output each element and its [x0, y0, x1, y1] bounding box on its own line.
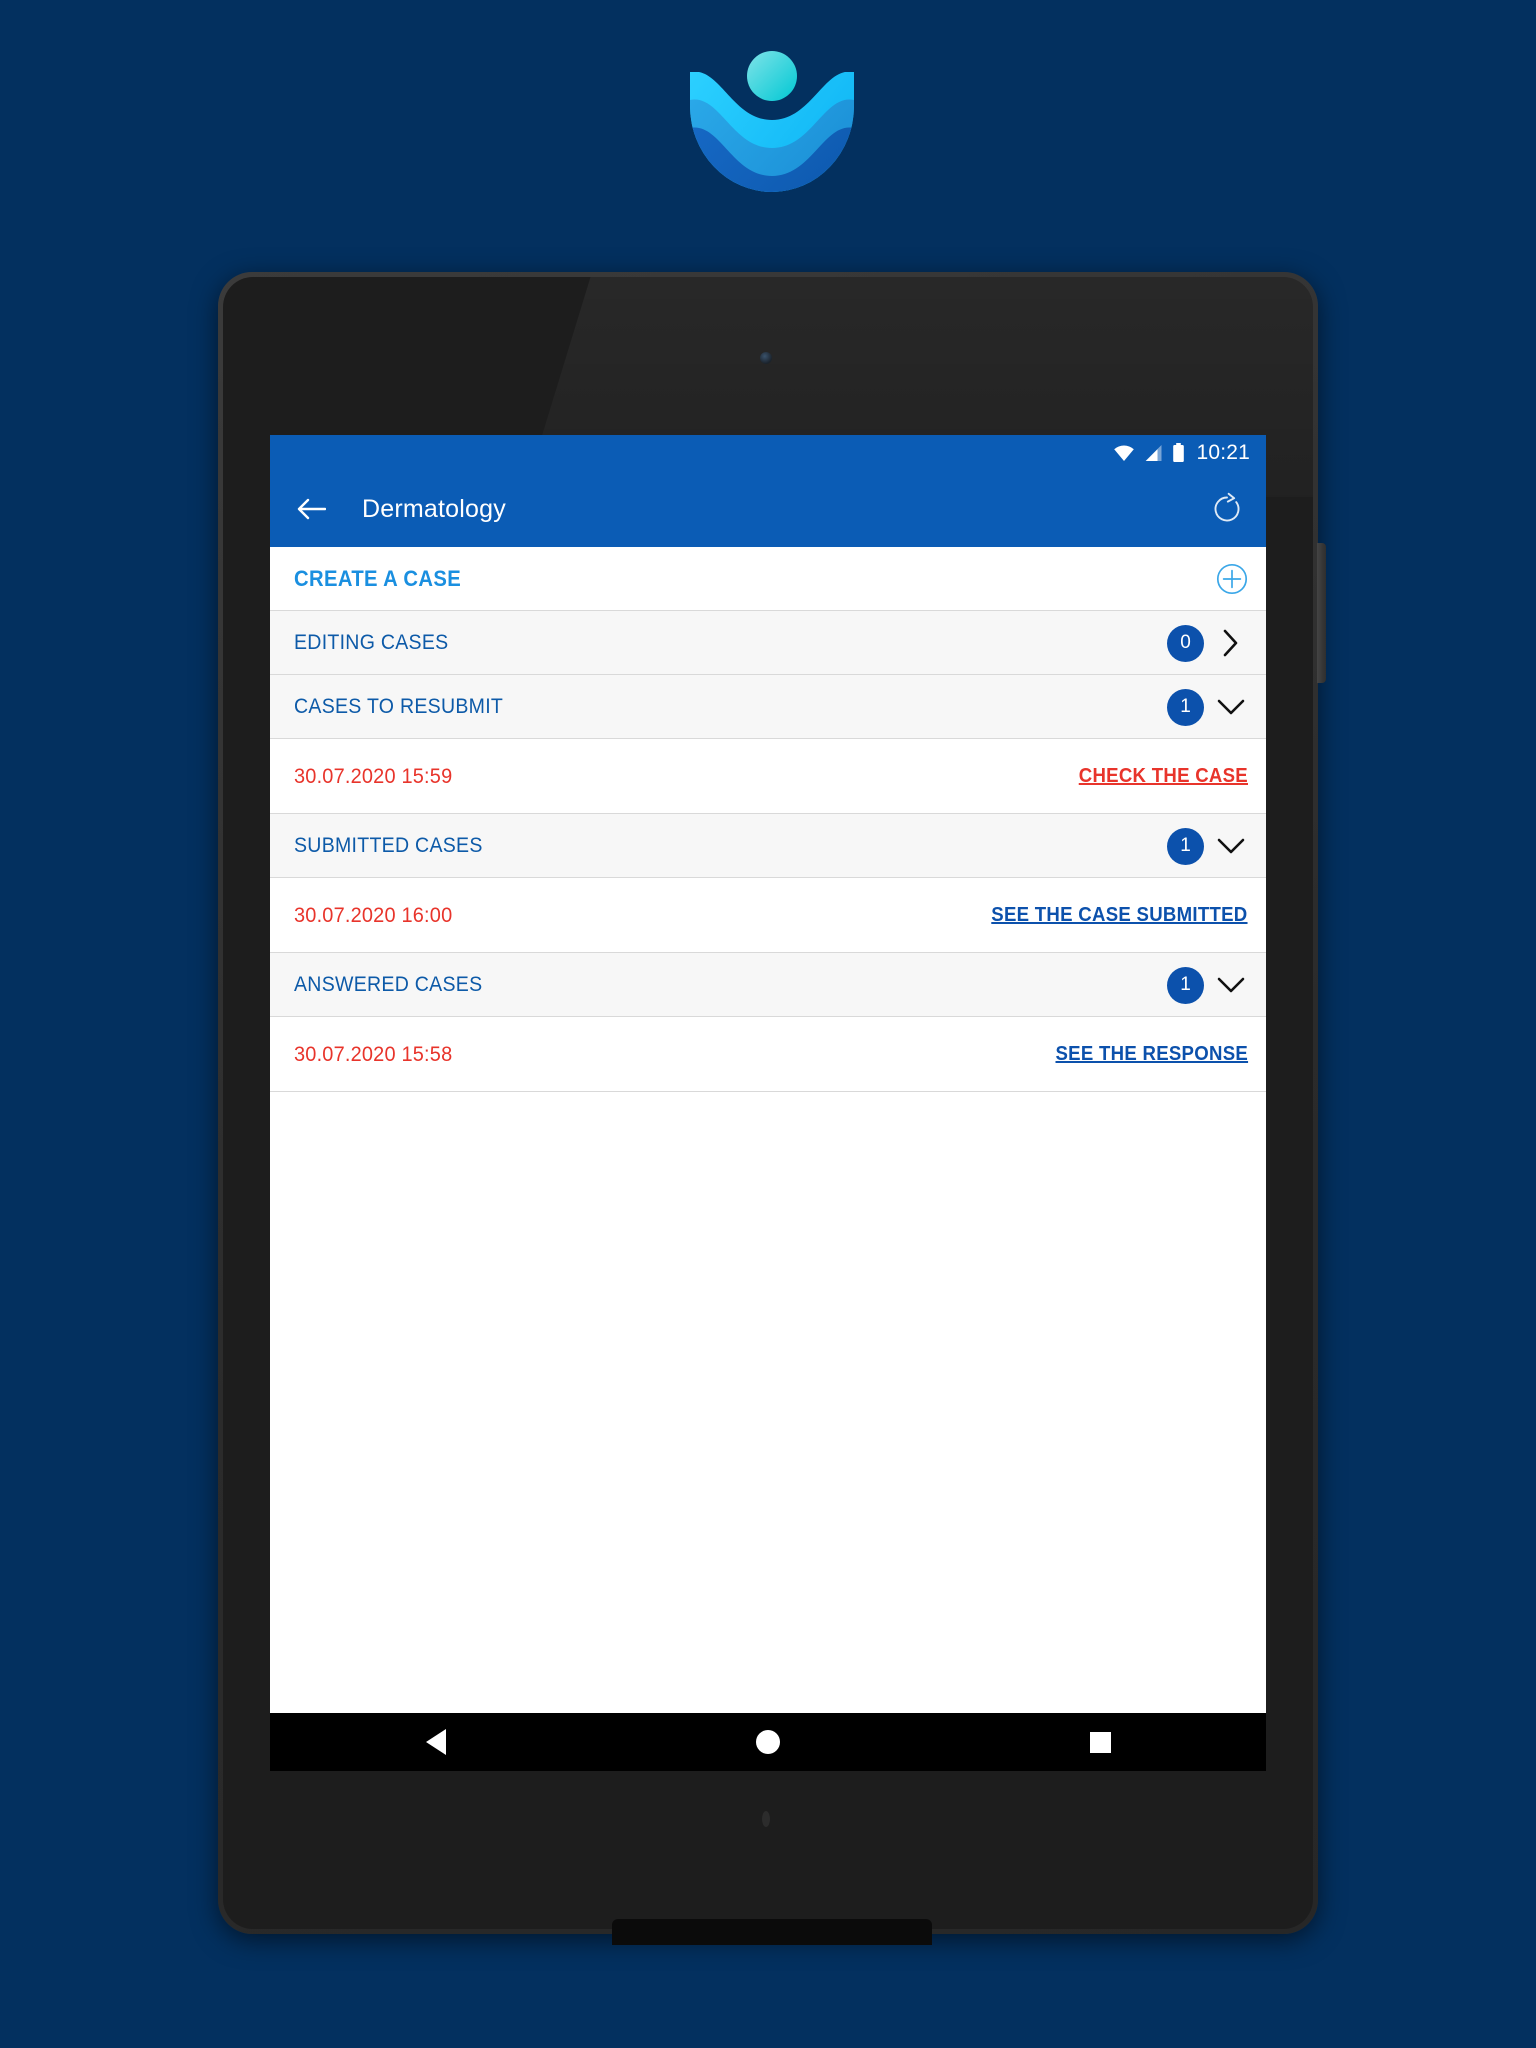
- chevron-down-icon[interactable]: [1214, 829, 1248, 863]
- case-row[interactable]: 30.07.2020 15:58 SEE THE RESPONSE: [270, 1017, 1266, 1092]
- plus-circle-icon[interactable]: [1216, 563, 1248, 595]
- status-bar: 10:21: [270, 435, 1266, 471]
- nav-recents-square-icon[interactable]: [1040, 1713, 1160, 1771]
- section-count-badge: 1: [1167, 966, 1204, 1004]
- app-bar: Dermatology: [270, 471, 1266, 547]
- bottom-notch: [612, 1919, 932, 1945]
- brand-logo: [674, 28, 870, 196]
- case-list: CREATE A CASE EDITING CASES 0 CASES TO R…: [270, 547, 1266, 1713]
- case-row[interactable]: 30.07.2020 15:59 CHECK THE CASE: [270, 739, 1266, 814]
- section-count-badge: 1: [1167, 827, 1204, 865]
- cell-signal-icon: [1145, 445, 1162, 461]
- chevron-down-icon[interactable]: [1214, 690, 1248, 724]
- arrow-left-icon[interactable]: [296, 496, 326, 522]
- case-date: 30.07.2020 15:59: [294, 764, 453, 788]
- case-date: 30.07.2020 15:58: [294, 1042, 453, 1066]
- section-row-submitted-cases[interactable]: SUBMITTED CASES 1: [270, 814, 1266, 878]
- nav-back-triangle-icon[interactable]: [376, 1713, 496, 1771]
- front-camera-icon: [760, 352, 772, 364]
- section-label: SUBMITTED CASES: [294, 834, 483, 857]
- device-screen: 10:21 Dermatology CREATE A CASE EDITING …: [270, 435, 1266, 1771]
- chevron-down-icon[interactable]: [1214, 968, 1248, 1002]
- section-row-editing-cases[interactable]: EDITING CASES 0: [270, 611, 1266, 675]
- wifi-icon: [1114, 445, 1135, 461]
- battery-full-icon: [1173, 443, 1185, 462]
- wave-person-logo-icon: [690, 51, 854, 192]
- android-nav-bar: [270, 1713, 1266, 1771]
- refresh-icon[interactable]: [1210, 492, 1244, 526]
- section-count-badge: 1: [1167, 688, 1204, 726]
- power-button[interactable]: [1317, 543, 1326, 683]
- chevron-right-icon[interactable]: [1214, 626, 1248, 660]
- nav-home-circle-icon[interactable]: [708, 1713, 828, 1771]
- create-case-label: CREATE A CASE: [294, 566, 462, 591]
- case-action-link[interactable]: SEE THE RESPONSE: [1055, 1043, 1248, 1066]
- case-action-link[interactable]: CHECK THE CASE: [1079, 765, 1248, 788]
- section-label: CASES TO RESUBMIT: [294, 695, 504, 718]
- create-case-row[interactable]: CREATE A CASE: [270, 547, 1266, 611]
- section-label: EDITING CASES: [294, 631, 449, 654]
- section-count-badge: 0: [1167, 624, 1204, 662]
- case-row[interactable]: 30.07.2020 16:00 SEE THE CASE SUBMITTED: [270, 878, 1266, 953]
- home-sensor-icon: [762, 1811, 770, 1827]
- case-action-link[interactable]: SEE THE CASE SUBMITTED: [992, 904, 1248, 927]
- page-title: Dermatology: [362, 494, 506, 523]
- section-label: ANSWERED CASES: [294, 973, 483, 996]
- section-row-cases-to-resubmit[interactable]: CASES TO RESUBMIT 1: [270, 675, 1266, 739]
- section-row-answered-cases[interactable]: ANSWERED CASES 1: [270, 953, 1266, 1017]
- case-date: 30.07.2020 16:00: [294, 903, 453, 927]
- status-clock: 10:21: [1196, 441, 1250, 464]
